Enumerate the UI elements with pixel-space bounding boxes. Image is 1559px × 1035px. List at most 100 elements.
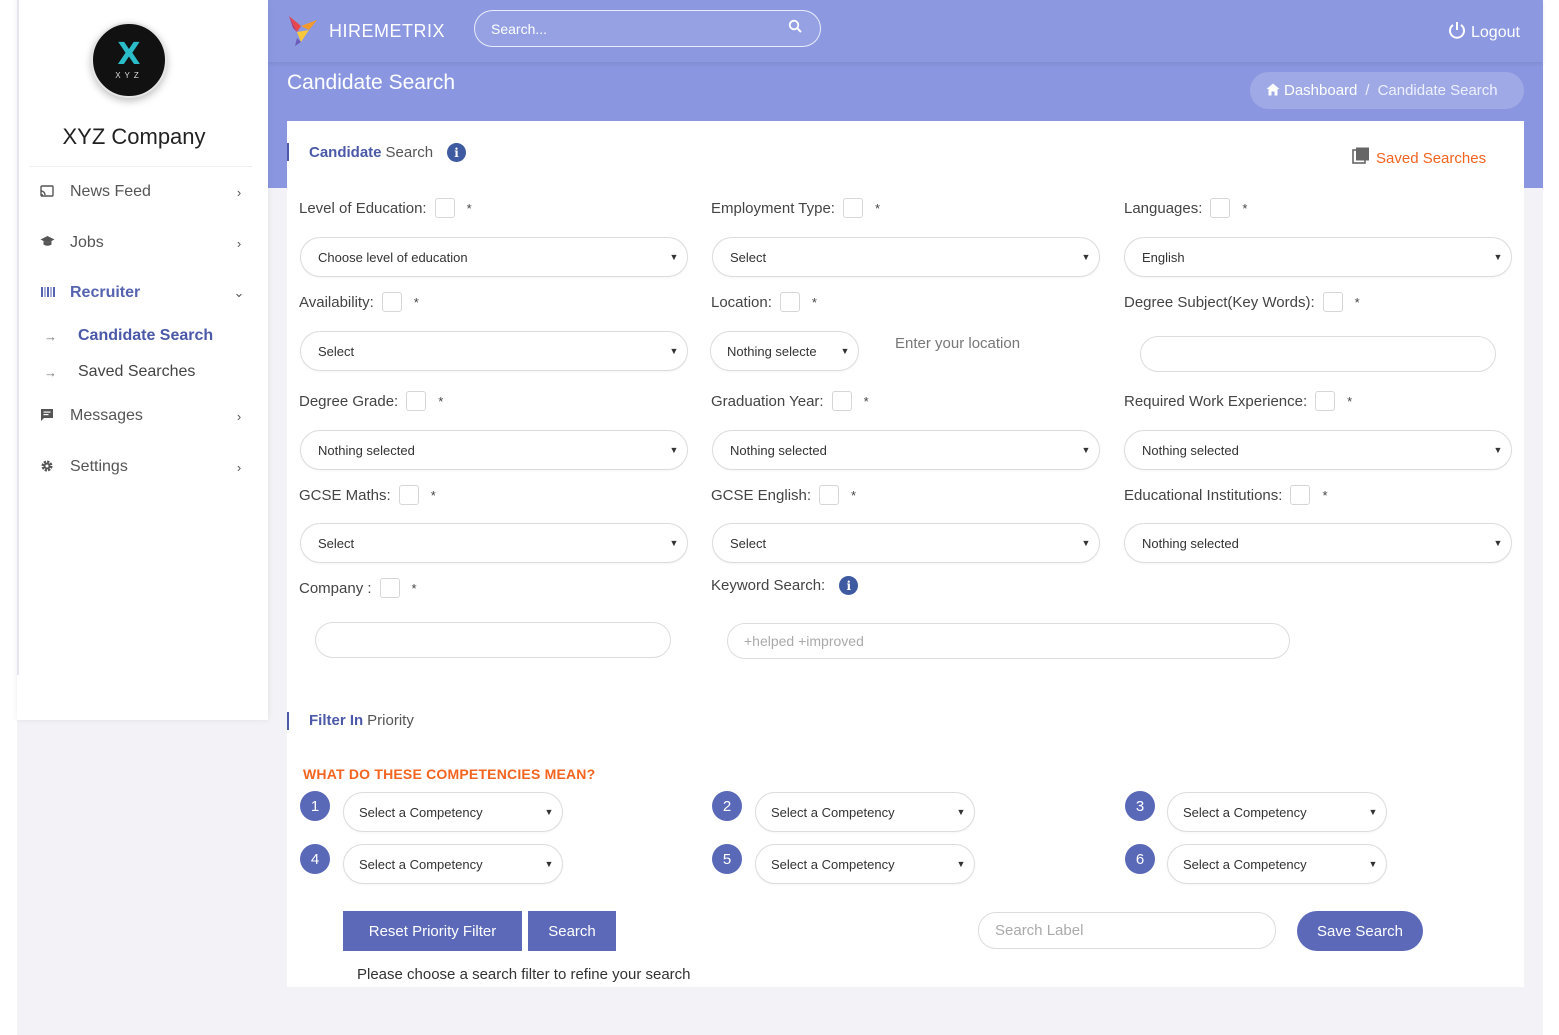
sidebar-item-messages[interactable]: Messages › bbox=[40, 404, 245, 428]
select-value: Nothing selected bbox=[318, 442, 415, 458]
keyword-search-input[interactable] bbox=[727, 623, 1290, 659]
required-mark: * bbox=[466, 200, 472, 216]
priority-number-badge: 2 bbox=[712, 791, 742, 821]
competency-select-5[interactable]: Select a Competency ▼ bbox=[755, 844, 975, 884]
field-label: Location: bbox=[711, 293, 772, 311]
select-value: Select bbox=[730, 535, 767, 551]
caret-down-icon: ▼ bbox=[1493, 252, 1503, 262]
competency-select-3[interactable]: Select a Competency ▼ bbox=[1167, 792, 1387, 832]
breadcrumb-dashboard[interactable]: Dashboard bbox=[1284, 82, 1357, 99]
saved-searches-link[interactable]: Saved Searches bbox=[1352, 147, 1486, 169]
graduation-year-label: Graduation Year: * bbox=[711, 391, 869, 411]
company-name: XYZ Company bbox=[62, 124, 206, 149]
caret-down-icon: ▼ bbox=[956, 859, 966, 869]
required-mark: * bbox=[430, 487, 436, 503]
sidebar-subitem-label: Saved Searches bbox=[78, 363, 196, 380]
search-label-input[interactable] bbox=[978, 912, 1276, 949]
work-experience-select[interactable]: Nothing selected ▼ bbox=[1124, 430, 1512, 470]
level-of-education-select[interactable]: Choose level of education ▼ bbox=[300, 237, 688, 277]
logo-mark: X bbox=[117, 36, 141, 72]
required-mark: * bbox=[411, 580, 417, 596]
required-checkbox[interactable] bbox=[1315, 391, 1336, 411]
priority-number-badge: 5 bbox=[712, 844, 742, 874]
work-experience-label: Required Work Experience: * bbox=[1124, 391, 1352, 411]
sidebar-item-jobs[interactable]: Jobs › bbox=[40, 231, 245, 255]
required-checkbox[interactable] bbox=[381, 292, 402, 312]
competency-select-4[interactable]: Select a Competency ▼ bbox=[343, 844, 563, 884]
select-value: Nothing selected bbox=[1142, 535, 1239, 551]
institutions-label: Educational Institutions: * bbox=[1124, 485, 1328, 505]
select-value: Select a Competency bbox=[1183, 804, 1307, 820]
search-button[interactable]: Search bbox=[528, 911, 616, 951]
availability-select[interactable]: Select ▼ bbox=[300, 331, 688, 371]
brand[interactable]: HIREMETRIX bbox=[287, 12, 445, 51]
required-mark: * bbox=[413, 294, 419, 310]
required-mark: * bbox=[1354, 294, 1360, 310]
sidebar-item-label: Settings bbox=[70, 458, 128, 475]
competency-select-6[interactable]: Select a Competency ▼ bbox=[1167, 844, 1387, 884]
gcse-english-select[interactable]: Select ▼ bbox=[712, 523, 1100, 563]
home-icon[interactable] bbox=[1266, 83, 1280, 99]
chevron-right-icon: › bbox=[236, 459, 242, 475]
degree-grade-select[interactable]: Nothing selected ▼ bbox=[300, 430, 688, 470]
priority-number-badge: 4 bbox=[300, 844, 330, 874]
caret-down-icon: ▼ bbox=[1081, 445, 1091, 455]
competencies-help-link[interactable]: WHAT DO THESE COMPETENCIES MEAN? bbox=[303, 766, 595, 782]
sidebar-item-recruiter[interactable]: Recruiter ⌄ bbox=[40, 281, 245, 305]
required-checkbox[interactable] bbox=[1210, 198, 1231, 218]
required-checkbox[interactable] bbox=[842, 198, 863, 218]
sidebar-item-settings[interactable]: Settings › bbox=[40, 455, 245, 479]
select-value: Select bbox=[318, 343, 355, 359]
bookmarks-icon bbox=[1352, 147, 1370, 169]
sidebar-item-news-feed[interactable]: News Feed › bbox=[40, 180, 245, 204]
required-checkbox[interactable] bbox=[434, 198, 455, 218]
location-input[interactable]: Enter your location bbox=[895, 335, 1020, 352]
graduation-cap-icon bbox=[40, 235, 62, 251]
info-icon[interactable]: i bbox=[447, 143, 467, 162]
select-value: Select a Competency bbox=[1183, 856, 1307, 872]
required-checkbox[interactable] bbox=[398, 485, 419, 505]
select-value: Select a Competency bbox=[771, 804, 895, 820]
search-input[interactable] bbox=[491, 19, 771, 39]
chevron-right-icon: › bbox=[236, 184, 242, 200]
select-value: English bbox=[1142, 249, 1185, 265]
gcse-maths-select[interactable]: Select ▼ bbox=[300, 523, 688, 563]
institutions-select[interactable]: Nothing selected ▼ bbox=[1124, 523, 1512, 563]
field-label: Availability: bbox=[299, 293, 374, 311]
sidebar-subitem-candidate-search[interactable]: → Candidate Search bbox=[44, 327, 213, 345]
required-checkbox[interactable] bbox=[779, 292, 800, 312]
sidebar-subitem-label: Candidate Search bbox=[78, 327, 214, 344]
employment-type-select[interactable]: Select ▼ bbox=[712, 237, 1100, 277]
search-icon[interactable] bbox=[788, 19, 802, 36]
required-checkbox[interactable] bbox=[1322, 292, 1343, 312]
heading-accent-bar bbox=[287, 143, 289, 161]
select-value: Choose level of education bbox=[318, 249, 468, 265]
info-icon[interactable]: i bbox=[839, 576, 859, 595]
keyword-search-label: Keyword Search: i bbox=[711, 576, 859, 595]
competency-select-1[interactable]: Select a Competency ▼ bbox=[343, 792, 563, 832]
global-search[interactable] bbox=[474, 10, 821, 47]
company-logo[interactable]: X XYZ bbox=[91, 22, 167, 98]
brand-name: HIREMETRIX bbox=[329, 21, 446, 41]
field-label: Level of Education: bbox=[299, 199, 427, 217]
save-search-button[interactable]: Save Search bbox=[1297, 911, 1423, 951]
caret-down-icon: ▼ bbox=[1081, 252, 1091, 262]
required-checkbox[interactable] bbox=[406, 391, 427, 411]
priority-number-badge: 6 bbox=[1125, 844, 1155, 874]
required-checkbox[interactable] bbox=[1290, 485, 1311, 505]
required-checkbox[interactable] bbox=[819, 485, 840, 505]
caret-down-icon: ▼ bbox=[1493, 445, 1503, 455]
reset-priority-filter-button[interactable]: Reset Priority Filter bbox=[343, 911, 522, 951]
sidebar-subitem-saved-searches[interactable]: → Saved Searches bbox=[44, 363, 195, 381]
company-input[interactable] bbox=[315, 622, 671, 658]
degree-subject-input[interactable] bbox=[1140, 336, 1496, 372]
competency-select-2[interactable]: Select a Competency ▼ bbox=[755, 792, 975, 832]
location-select[interactable]: Nothing selecte ▼ bbox=[710, 331, 859, 371]
languages-select[interactable]: English ▼ bbox=[1124, 237, 1512, 277]
required-mark: * bbox=[863, 393, 869, 409]
required-checkbox[interactable] bbox=[379, 578, 400, 598]
required-checkbox[interactable] bbox=[831, 391, 852, 411]
logout-button[interactable]: Logout bbox=[1447, 20, 1520, 45]
graduation-year-select[interactable]: Nothing selected ▼ bbox=[712, 430, 1100, 470]
rss-icon bbox=[40, 184, 62, 201]
